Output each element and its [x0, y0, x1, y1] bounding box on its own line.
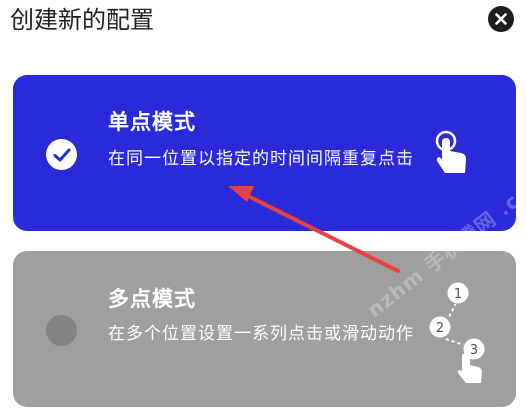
- close-icon: [495, 13, 507, 25]
- multi-tap-icon: 1 2 3: [428, 281, 486, 383]
- close-button[interactable]: [488, 6, 514, 32]
- selected-check-icon: [46, 139, 77, 170]
- multi-mode-card[interactable]: 多点模式 在多个位置设置一系列点击或滑动动作 1 2 3: [13, 251, 516, 407]
- page-title: 创建新的配置: [10, 6, 154, 34]
- unselected-radio-icon: [46, 315, 77, 346]
- tap-finger-icon: [435, 130, 466, 173]
- step-label-2: 2: [436, 321, 444, 336]
- single-mode-card[interactable]: 单点模式 在同一位置以指定的时间间隔重复点击: [13, 75, 516, 231]
- step-label-1: 1: [454, 287, 462, 302]
- multi-mode-description: 在多个位置设置一系列点击或滑动动作: [108, 324, 414, 344]
- single-mode-title: 单点模式: [108, 110, 196, 134]
- multi-mode-title: 多点模式: [108, 287, 196, 311]
- step-label-3: 3: [470, 343, 478, 358]
- single-mode-description: 在同一位置以指定的时间间隔重复点击: [108, 149, 414, 169]
